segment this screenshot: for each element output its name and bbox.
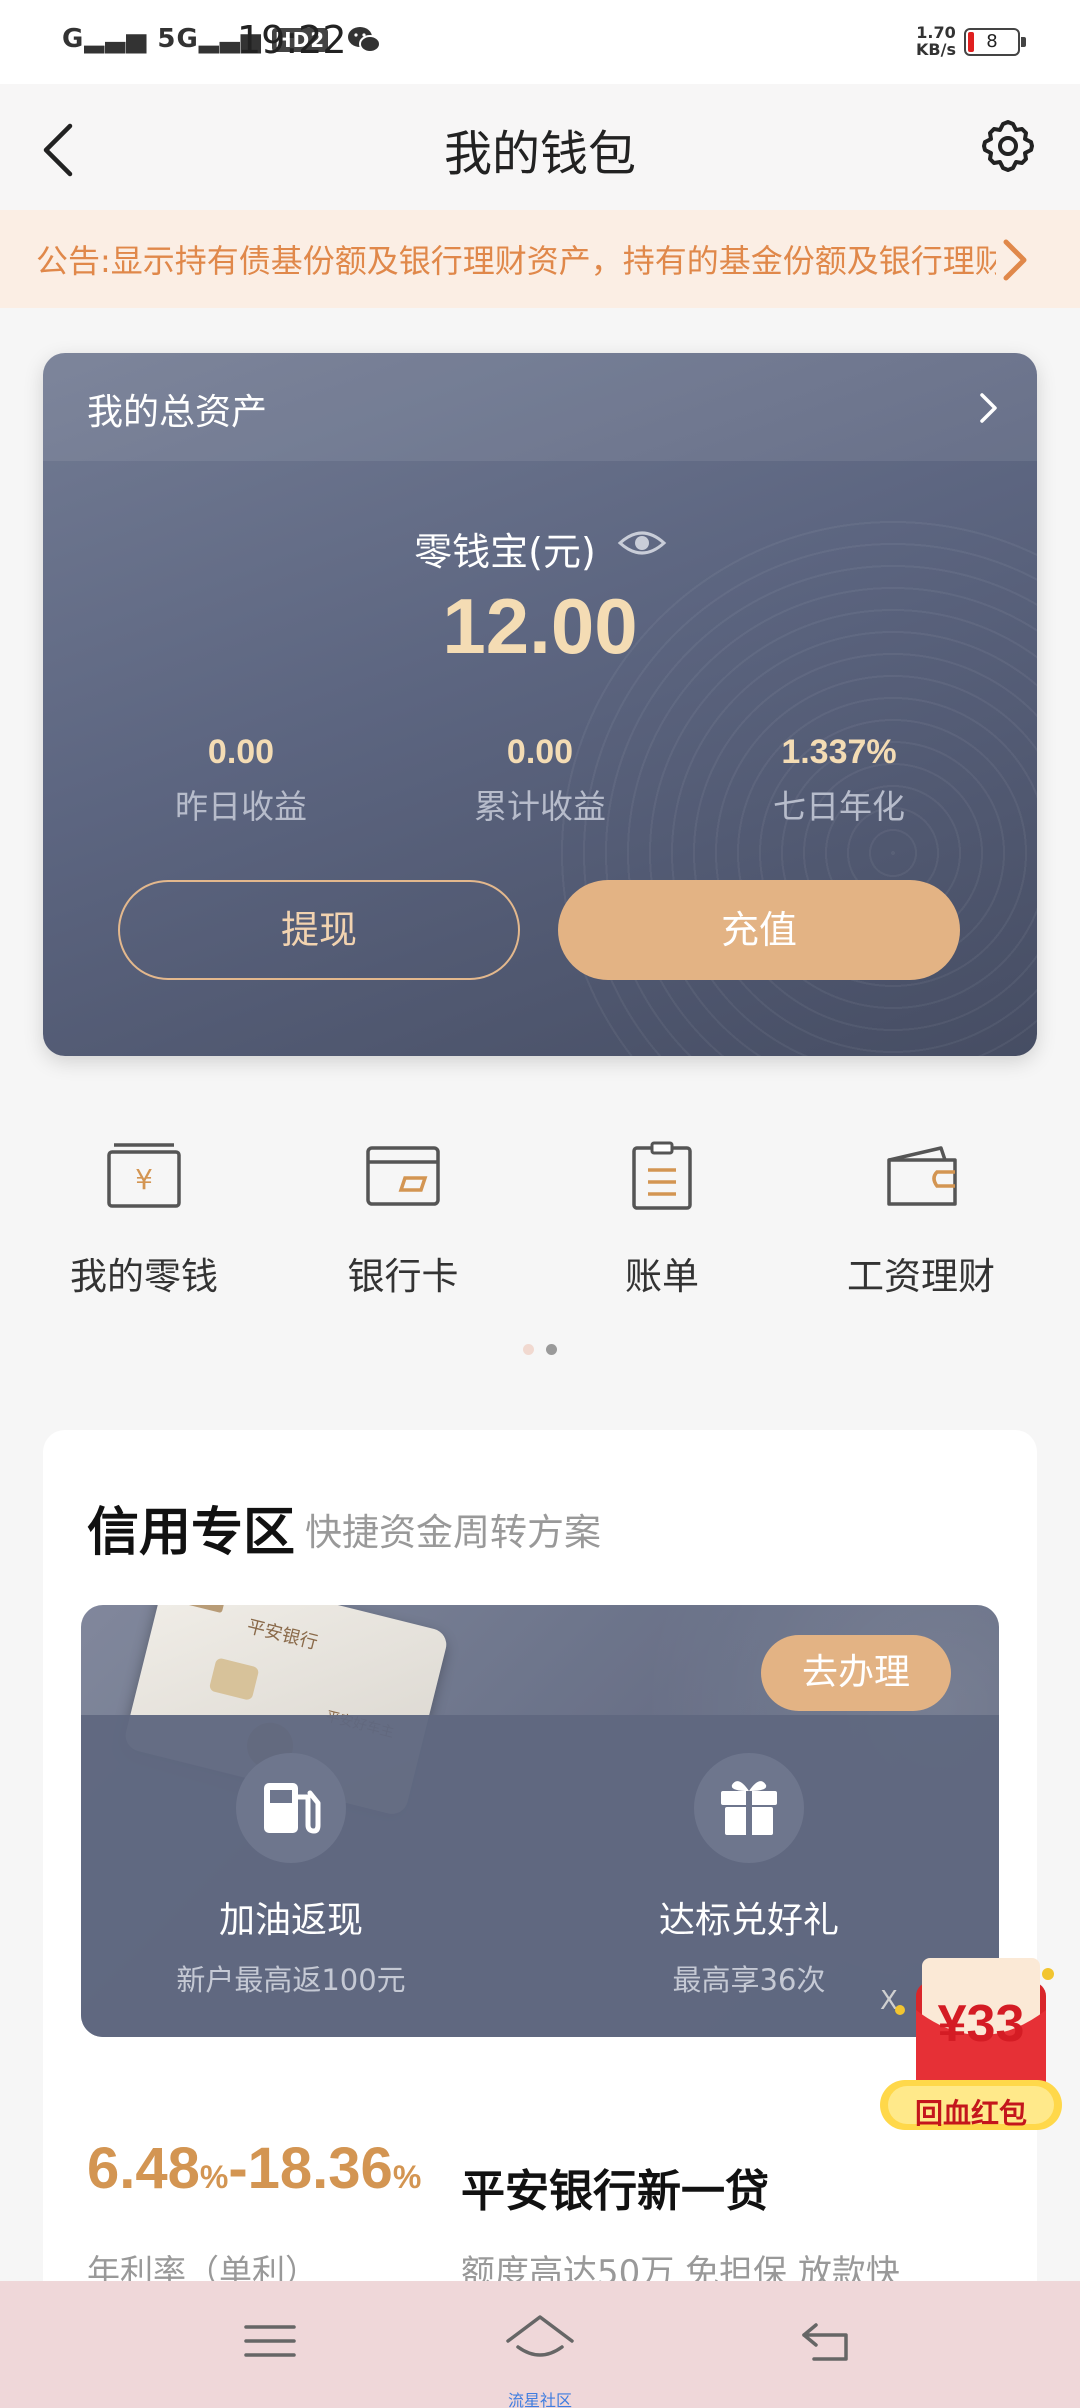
nav-bar: 我的钱包 (0, 84, 1080, 210)
page-dot (523, 1344, 534, 1355)
loan-rate: 6.48%-18.36% (87, 2136, 422, 2201)
loan-title[interactable]: 平安银行新一贷 (461, 2155, 769, 2219)
fuel-pump-icon (264, 1783, 321, 1834)
card-chip (208, 1657, 260, 1701)
salary-wallet-icon (887, 1146, 957, 1206)
grid-label: 银行卡 (347, 1255, 459, 1298)
stat-total: 0.00 累计收益 (390, 733, 690, 828)
chevron-right-icon[interactable] (1000, 238, 1030, 282)
stat-label: 累计收益 (474, 787, 606, 826)
home-label: 流星社区 (507, 2391, 572, 2408)
net-speed: 1.70 KB/s (916, 23, 956, 59)
grid-item-bank-card[interactable]: 银行卡 (283, 1140, 523, 1300)
total-asset-card: 我的总资产 零钱宝(元) 12.00 0.00 昨日收益 0.00 累计收益 1… (43, 353, 1037, 1056)
bill-icon (632, 1141, 692, 1210)
svg-text:¥: ¥ (135, 1163, 153, 1196)
menu-icon[interactable] (240, 2311, 300, 2371)
wechat-icon (348, 27, 381, 53)
feature-fuel-cashback[interactable]: 加油返现 新户最高返100元 (81, 1753, 501, 1999)
grid-item-bill[interactable]: 账单 (542, 1140, 782, 1300)
eye-icon[interactable] (617, 525, 667, 561)
grid-label: 账单 (625, 1255, 699, 1298)
system-nav-bar: 流星社区 (0, 2281, 1080, 2408)
clock: 19:22 (237, 18, 347, 62)
page-title: 我的钱包 (443, 126, 636, 182)
stat-value: 1.337% (781, 733, 897, 771)
balance-label: 零钱宝(元) (414, 530, 596, 574)
stat-label: 昨日收益 (175, 787, 307, 826)
wallet-yen-icon: ¥ (107, 1143, 181, 1208)
section-title: 信用专区 (87, 1503, 296, 1563)
credit-section: 信用专区 快捷资金周转方案 PING AN 平安银行 平安好车主 去办理 加油返… (43, 1430, 1037, 2330)
stat-value: 0.00 (207, 733, 275, 771)
gear-icon[interactable] (978, 116, 1038, 176)
withdraw-button[interactable]: 提现 (118, 880, 520, 980)
red-packet-float[interactable]: X ¥33 回血红包 (878, 1950, 1064, 2140)
red-packet-label: 回血红包 (914, 2097, 1027, 2130)
stat-seven-day: 1.337% 七日年化 (689, 733, 989, 828)
card-logo: PING AN (171, 1605, 228, 1614)
grid-label: 工资理财 (847, 1255, 995, 1298)
section-subtitle: 快捷资金周转方案 (305, 1511, 601, 1554)
feature-icon-bg (236, 1753, 346, 1863)
status-bar: G▂▃▅ 5G▂▃▅ HD2 19:22 1.70 KB/s 8 (0, 0, 1080, 84)
home-icon[interactable] (504, 2311, 576, 2371)
recharge-button[interactable]: 充值 (558, 880, 960, 980)
red-packet-amount: ¥33 (937, 1995, 1025, 2053)
feature-title: 达标兑好礼 (658, 1900, 839, 1941)
gift-icon (721, 1781, 777, 1835)
apply-button[interactable]: 去办理 (761, 1635, 951, 1711)
total-asset-header[interactable]: 我的总资产 (43, 353, 1037, 461)
stat-label: 七日年化 (773, 787, 905, 826)
card-bank-name: 平安银行 (244, 1616, 320, 1654)
balance-amount: 12.00 (442, 582, 638, 670)
grid-item-salary-finance[interactable]: 工资理财 (801, 1140, 1041, 1300)
feature-icon-bg (694, 1753, 804, 1863)
bank-card-icon (366, 1146, 440, 1206)
page-dot-active (546, 1344, 557, 1355)
grid-item-my-change[interactable]: ¥ 我的零钱 (24, 1140, 264, 1300)
notice-text: 公告:显示持有债基份额及银行理财资产，持有的基金份额及银行理财资产 (36, 242, 996, 280)
notice-banner[interactable]: 公告:显示持有债基份额及银行理财资产，持有的基金份额及银行理财资产 (0, 210, 1080, 308)
stat-value: 0.00 (506, 733, 574, 771)
grid-label: 我的零钱 (70, 1255, 218, 1298)
total-asset-label: 我的总资产 (87, 392, 268, 433)
chevron-right-icon[interactable] (978, 391, 1000, 425)
battery-icon: 8 (964, 28, 1026, 56)
credit-card-promo[interactable]: PING AN 平安银行 平安好车主 去办理 加油返现 新户最高返100元 (81, 1605, 999, 2037)
feature-desc: 新户最高返100元 (176, 1963, 406, 1997)
stat-yesterday: 0.00 昨日收益 (91, 733, 391, 828)
back-return-icon[interactable] (796, 2311, 856, 2371)
feature-title: 加油返现 (218, 1900, 363, 1941)
